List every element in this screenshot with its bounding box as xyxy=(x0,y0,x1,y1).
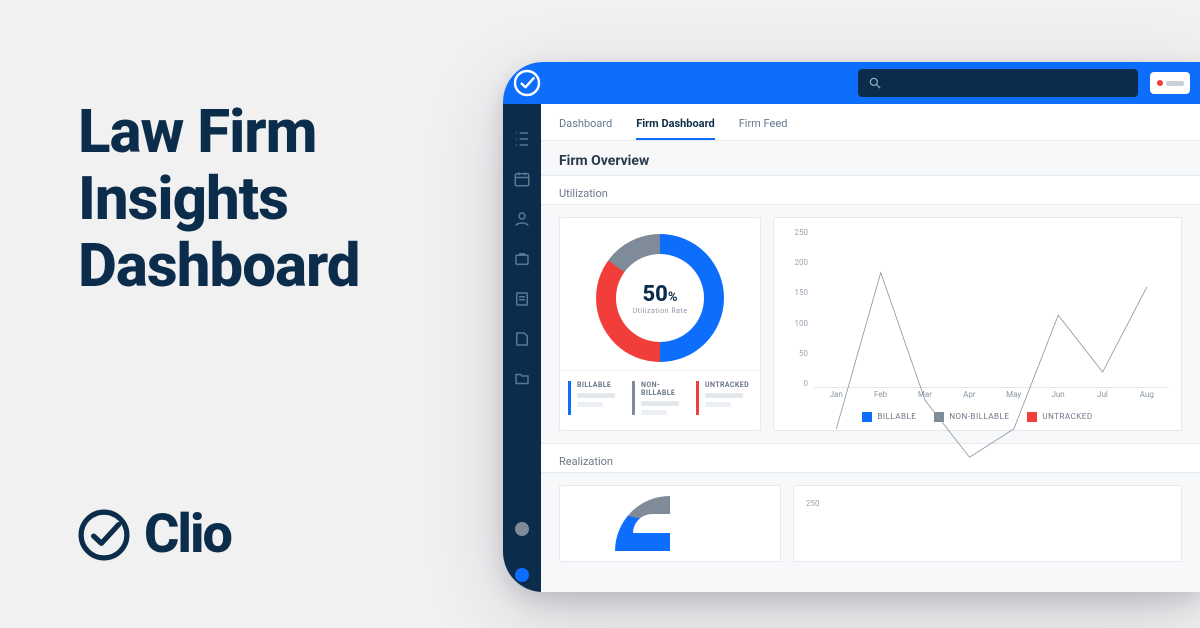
pager-dot-active[interactable] xyxy=(515,568,529,582)
app-topbar xyxy=(503,62,1200,104)
matters-icon[interactable] xyxy=(513,250,531,268)
chart-legend: BILLABLE NON-BILLABLE UNTRACKED xyxy=(786,406,1169,422)
billing-icon[interactable] xyxy=(513,330,531,348)
x-tick: Aug xyxy=(1125,390,1169,406)
clio-logo: Clio xyxy=(78,503,231,566)
y-tick: 0 xyxy=(786,379,808,388)
clio-mark-icon xyxy=(78,509,130,561)
realization-yaxis-peek: 250 xyxy=(806,499,820,508)
legend-nonbillable: NON-BILLABLE xyxy=(934,412,1009,422)
section-realization-title: Realization xyxy=(541,443,1200,473)
utilization-chart-card: 250 200 150 100 50 0 JanFebMarAprMayJunJulAug… xyxy=(773,217,1182,431)
timer-readout xyxy=(1166,81,1184,86)
tabs: Dashboard Firm Dashboard Firm Feed xyxy=(541,104,1200,141)
y-tick: 50 xyxy=(786,349,808,358)
mini-untracked: UNTRACKED xyxy=(696,381,752,415)
y-tick: 100 xyxy=(786,319,808,328)
content-area: Dashboard Firm Dashboard Firm Feed Firm … xyxy=(541,104,1200,592)
tab-dashboard[interactable]: Dashboard xyxy=(559,117,612,140)
realization-chart-card: 250 xyxy=(793,485,1182,562)
record-dot-icon xyxy=(1157,80,1163,86)
app-screenshot-frame: Dashboard Firm Dashboard Firm Feed Firm … xyxy=(503,62,1200,592)
timer-button[interactable] xyxy=(1150,72,1190,94)
utilization-percent-label: Utilization Rate xyxy=(633,307,688,315)
x-tick: Mar xyxy=(903,390,947,406)
realization-donut xyxy=(615,496,725,551)
contacts-icon[interactable] xyxy=(513,210,531,228)
utilization-donut: 50% Utilization Rate xyxy=(596,234,724,362)
hero-title-line: Law Firm xyxy=(78,98,498,165)
nav-rail xyxy=(503,104,541,592)
y-tick: 150 xyxy=(786,288,808,297)
search-input[interactable] xyxy=(858,69,1138,97)
y-tick: 250 xyxy=(786,228,808,237)
tasks-icon[interactable] xyxy=(513,130,531,148)
app-brand-icon xyxy=(509,65,545,101)
hero-title: Law Firm Insights Dashboard xyxy=(78,98,498,300)
documents-icon[interactable] xyxy=(513,370,531,388)
legend-untracked: UNTRACKED xyxy=(1027,412,1092,422)
clio-wordmark: Clio xyxy=(144,503,231,566)
y-tick: 200 xyxy=(786,258,808,267)
x-tick: Feb xyxy=(858,390,902,406)
mini-billable: BILLABLE xyxy=(568,381,624,415)
page-title: Firm Overview xyxy=(541,141,1200,175)
x-tick: Jul xyxy=(1080,390,1124,406)
activities-icon[interactable] xyxy=(513,290,531,308)
x-tick: Apr xyxy=(947,390,991,406)
tab-firm-feed[interactable]: Firm Feed xyxy=(739,117,788,140)
x-tick: Jan xyxy=(814,390,858,406)
tab-firm-dashboard[interactable]: Firm Dashboard xyxy=(636,117,715,140)
utilization-donut-card: 50% Utilization Rate BILLABLE xyxy=(559,217,761,431)
x-tick: Jun xyxy=(1036,390,1080,406)
pager-dot[interactable] xyxy=(515,522,529,536)
calendar-icon[interactable] xyxy=(513,170,531,188)
hero-title-line: Insights xyxy=(78,165,498,232)
chart-plot xyxy=(814,230,1169,388)
legend-billable: BILLABLE xyxy=(862,412,916,422)
chart-x-axis: JanFebMarAprMayJunJulAug xyxy=(814,390,1169,406)
realization-donut-card xyxy=(559,485,781,562)
section-utilization-title: Utilization xyxy=(541,175,1200,205)
utilization-percent: 50% xyxy=(643,282,678,307)
x-tick: May xyxy=(992,390,1036,406)
mini-nonbillable: NON-BILLABLE xyxy=(632,381,688,415)
search-icon xyxy=(868,76,882,90)
hero-title-line: Dashboard xyxy=(78,232,498,299)
chart-y-axis: 250 200 150 100 50 0 xyxy=(786,228,808,388)
